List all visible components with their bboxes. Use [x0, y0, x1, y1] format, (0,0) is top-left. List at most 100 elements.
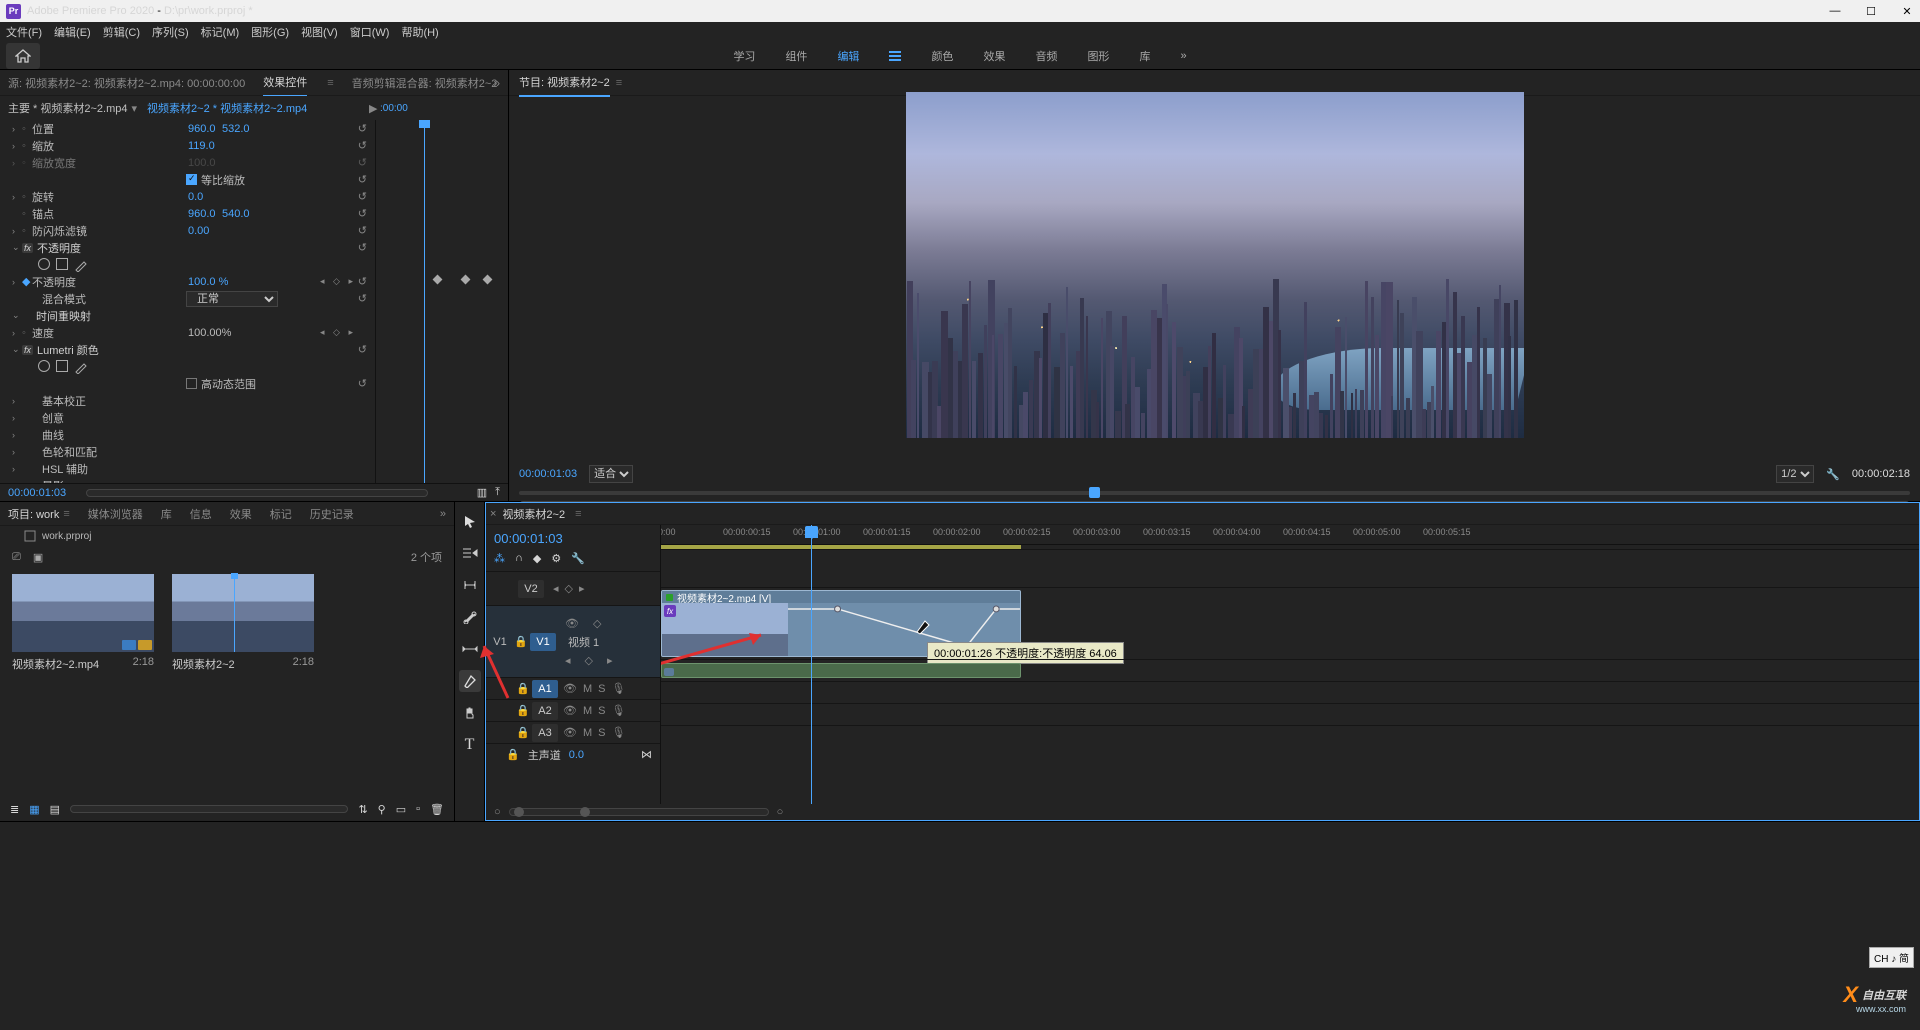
menu-clip[interactable]: 剪辑(C): [103, 24, 140, 40]
program-playhead[interactable]: [1089, 487, 1100, 498]
lumetri-creative[interactable]: 创意: [42, 410, 64, 426]
camera-icon[interactable]: ▣: [33, 551, 43, 564]
prop-opacity[interactable]: 不透明度: [32, 274, 76, 290]
menu-window[interactable]: 窗口(W): [350, 24, 390, 40]
lock-icon[interactable]: 🔒: [516, 682, 530, 695]
ec-timecode[interactable]: 00:00:01:03: [8, 487, 66, 499]
master-kf-icon[interactable]: ⋈: [641, 748, 652, 761]
home-button[interactable]: [6, 43, 40, 69]
hdr-checkbox[interactable]: [186, 378, 197, 389]
thumb-size-slider[interactable]: [70, 805, 348, 813]
filter-icon[interactable]: ⎚: [12, 551, 21, 564]
tab-source[interactable]: 源: 视频素材2~2: 视频素材2~2.mp4: 00:00:00:00: [8, 75, 245, 91]
workspace-editing[interactable]: 编辑: [837, 48, 859, 72]
panel-overflow[interactable]: »: [493, 76, 500, 90]
position-x[interactable]: 960.0: [188, 123, 216, 135]
lock-icon[interactable]: 🔒: [506, 748, 520, 761]
trash-icon[interactable]: 🗑: [430, 803, 444, 816]
lumetri-hsl[interactable]: HSL 辅助: [42, 461, 88, 477]
workspace-assembly[interactable]: 组件: [785, 48, 807, 64]
pen-tool[interactable]: [459, 670, 481, 692]
new-bin-icon[interactable]: ▭: [396, 803, 406, 816]
workspace-color[interactable]: 颜色: [931, 48, 953, 64]
lumetri-basic[interactable]: 基本校正: [42, 393, 86, 409]
reset-scalew[interactable]: ↺: [358, 156, 367, 169]
fx-badge-lumetri[interactable]: fx: [22, 345, 33, 355]
toggle-output-icon[interactable]: ◂: [553, 582, 559, 595]
workspace-learn[interactable]: 学习: [733, 48, 755, 64]
prop-scale[interactable]: 缩放: [32, 138, 54, 154]
tab-audio-mixer[interactable]: 音频剪辑混合器: 视频素材2~2: [352, 75, 498, 91]
freeform-view-icon[interactable]: ▤: [50, 803, 60, 816]
group-opacity[interactable]: 不透明度: [37, 240, 81, 256]
find-icon[interactable]: ⚲: [378, 803, 386, 816]
toggle-mute-icon[interactable]: ◇: [593, 617, 601, 630]
mute-icon[interactable]: 👁: [563, 726, 577, 739]
workspace-audio[interactable]: 音频: [1035, 48, 1057, 64]
project-item[interactable]: 视频素材2~2.mp42:18: [12, 574, 154, 672]
workspace-menu-icon[interactable]: [889, 51, 901, 61]
program-timecode[interactable]: 00:00:01:03: [519, 468, 577, 480]
slip-tool[interactable]: [459, 638, 481, 660]
panel-menu-icon[interactable]: ≡: [327, 77, 333, 89]
reset-anchor[interactable]: ↺: [358, 207, 367, 220]
blend-mode-select[interactable]: 正常: [186, 291, 278, 307]
ec-master-clip[interactable]: 主要 * 视频素材2~2.mp4: [8, 100, 128, 116]
speed-value[interactable]: 100.00%: [188, 327, 231, 339]
tab-media-browser[interactable]: 媒体浏览器: [88, 506, 143, 522]
lock-icon[interactable]: 🔒: [516, 726, 530, 739]
tab-libraries[interactable]: 库: [161, 506, 172, 522]
snap-icon[interactable]: ⁂: [494, 552, 505, 565]
tab-sequence[interactable]: 视频素材2~2: [502, 506, 565, 522]
menu-file[interactable]: 文件(F): [6, 24, 42, 40]
kf-prev-icon[interactable]: ◂: [565, 654, 571, 667]
toggle-track-icon[interactable]: ▸: [579, 582, 585, 595]
timeline-timecode[interactable]: 00:00:01:03: [494, 531, 652, 546]
track-v2[interactable]: V2 ◂◇▸: [486, 571, 660, 605]
program-panel-menu-icon[interactable]: ≡: [616, 77, 622, 89]
ec-keyframe[interactable]: [433, 275, 443, 285]
ec-keyframe[interactable]: [461, 275, 471, 285]
timeline-zoom-slider[interactable]: [509, 808, 769, 816]
reset-lumetri[interactable]: ↺: [358, 343, 367, 356]
marker-icon[interactable]: ◆: [533, 552, 541, 565]
reset-scale[interactable]: ↺: [358, 139, 367, 152]
lumetri-curves[interactable]: 曲线: [42, 427, 64, 443]
new-item-icon[interactable]: ▫: [416, 803, 420, 815]
menu-marker[interactable]: 标记(M): [201, 24, 240, 40]
lock-icon[interactable]: 🔒: [514, 635, 528, 648]
ec-icon-1[interactable]: ▥: [477, 486, 487, 499]
ec-icon-2[interactable]: ⤒: [495, 486, 500, 499]
tab-effect-controls[interactable]: 效果控件: [263, 74, 307, 97]
settings-icon[interactable]: ⚙: [551, 552, 561, 565]
timeline-tracks-area[interactable]: 00:0000:00:00:1500:00:01:0000:00:01:1500…: [661, 525, 1919, 804]
rect-mask-icon[interactable]: [56, 360, 68, 372]
lumetri-colorwheels[interactable]: 色轮和匹配: [42, 444, 97, 460]
tab-markers[interactable]: 标记: [270, 506, 292, 522]
mute-icon[interactable]: 👁: [563, 704, 577, 717]
audio-clip[interactable]: [661, 663, 1021, 678]
rotation-value[interactable]: 0.0: [188, 191, 203, 203]
kf-next-icon[interactable]: ▸: [607, 654, 613, 667]
speed-keyframe-nav[interactable]: ◂ ◇ ▸: [320, 327, 356, 338]
track-v1[interactable]: V1 🔒 V1 👁◇ 视频 1 ◂◇▸: [486, 605, 660, 677]
tab-program[interactable]: 节目: 视频素材2~2: [519, 74, 610, 97]
workspace-effects[interactable]: 效果: [983, 48, 1005, 64]
tab-info[interactable]: 信息: [190, 506, 212, 522]
ripple-edit-tool[interactable]: [459, 574, 481, 596]
close-sequence-icon[interactable]: ×: [490, 508, 496, 520]
selection-tool[interactable]: [459, 510, 481, 532]
timeline-zoom-out[interactable]: ○: [494, 806, 501, 818]
razor-tool[interactable]: [459, 606, 481, 628]
v1-tag[interactable]: V1: [530, 633, 556, 651]
prop-rotation[interactable]: 旋转: [32, 189, 54, 205]
project-overflow[interactable]: »: [440, 508, 446, 520]
track-select-tool[interactable]: [459, 542, 481, 564]
menu-view[interactable]: 视图(V): [301, 24, 338, 40]
reset-position[interactable]: ↺: [358, 122, 367, 135]
pen-mask-icon[interactable]: [74, 360, 88, 374]
reset-opacity-group[interactable]: ↺: [358, 241, 367, 254]
timeline-playhead[interactable]: [811, 525, 812, 804]
lock-icon[interactable]: 🔒: [516, 704, 530, 717]
menu-sequence[interactable]: 序列(S): [152, 24, 189, 40]
